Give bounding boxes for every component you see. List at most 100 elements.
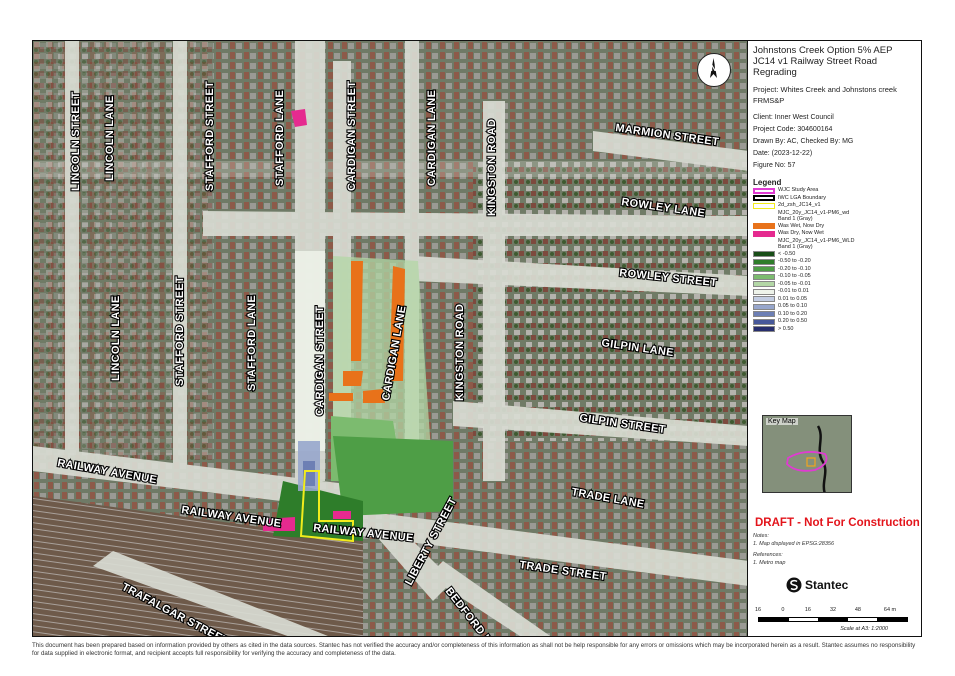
legend-swatch bbox=[753, 230, 775, 237]
street-label: CARDIGAN LANE bbox=[426, 90, 438, 186]
map-frame[interactable]: LINCOLN STREET LINCOLN LANE STAFFORD STR… bbox=[32, 40, 748, 637]
map-title: Johnstons Creek Option 5% AEP JC14 v1 Ra… bbox=[753, 45, 916, 78]
figure-no-text: Figure No: 57 bbox=[753, 162, 796, 169]
legend-label: 0.20 to 0.50 bbox=[778, 318, 808, 324]
legend-label: Was Wet, Now Dry bbox=[778, 222, 825, 229]
street-label: LINCOLN LANE bbox=[104, 96, 116, 181]
legend-title: Legend bbox=[753, 178, 782, 187]
street-label: CARDIGAN STREET bbox=[346, 81, 358, 191]
client-text: Client: Inner West Council bbox=[753, 114, 834, 121]
legend-item: 0.20 to 0.50 bbox=[753, 318, 916, 326]
key-map-label: Key Map bbox=[766, 418, 798, 425]
legend-label: -0.01 to 0.01 bbox=[778, 288, 809, 294]
legend-swatch bbox=[753, 195, 775, 202]
legend-label: Was Dry, Now Wet bbox=[778, 230, 824, 236]
legend-swatch bbox=[753, 311, 775, 318]
legend-item: Was Dry, Now Wet bbox=[753, 230, 916, 238]
title-line: Regrading bbox=[753, 67, 797, 78]
legend-item: IWC LGA Boundary bbox=[753, 195, 916, 203]
brand-name: Stantec bbox=[805, 578, 849, 592]
legend-label: 2d_zsh_JC14_v1 bbox=[778, 202, 821, 208]
legend-wld-list: < -0.50 -0.50 to -0.20 -0.20 to -0.10 -0.10… bbox=[753, 251, 916, 334]
scale-tick: 0 bbox=[781, 607, 785, 613]
legend: WJC Study Area IWC LGA Boundary 2d_zsh_J… bbox=[753, 187, 916, 333]
references-item: 1. Metro map bbox=[753, 559, 786, 566]
legend-label: -0.10 to -0.05 bbox=[778, 273, 811, 279]
date-text: Date: (2023-12-22) bbox=[753, 150, 813, 157]
legend-swatch bbox=[753, 202, 775, 209]
draft-notice: DRAFT - Not For Construction bbox=[755, 517, 920, 529]
street-label: STAFFORD LANE bbox=[246, 295, 258, 391]
legend-swatch bbox=[753, 318, 775, 325]
title-line: JC14 v1 Railway Street Road bbox=[753, 56, 878, 67]
notes-title: Notes: bbox=[753, 533, 769, 539]
stantec-logo-icon bbox=[786, 577, 802, 593]
street-label: LINCOLN STREET bbox=[70, 91, 82, 191]
notes-item: 1. Map displayed in EPSG:28356 bbox=[753, 540, 835, 547]
legend-label: 0.01 to 0.05 bbox=[778, 295, 808, 302]
legend-label: -0.05 to -0.01 bbox=[778, 280, 811, 287]
legend-item: 0.01 to 0.05 bbox=[753, 296, 916, 304]
scale-tick: 48 bbox=[854, 607, 861, 613]
stantec-logo: Stantec bbox=[786, 577, 848, 593]
references-title: References: bbox=[753, 552, 783, 558]
meta-block: Client: Inner West Council Project Code:… bbox=[753, 112, 916, 172]
legend-swatch bbox=[753, 258, 775, 265]
aerial-blocks-east bbox=[473, 161, 747, 441]
street-label: STAFFORD STREET bbox=[174, 276, 186, 386]
street-label: KINGSTON ROAD bbox=[486, 119, 498, 216]
street-label: STAFFORD STREET bbox=[204, 81, 216, 191]
legend-label: WJC Study Area bbox=[778, 187, 819, 193]
legend-label: -0.50 to -0.20 bbox=[778, 258, 811, 264]
legend-label: IWC LGA Boundary bbox=[778, 194, 826, 201]
title-line: Johnstons Creek Option 5% AEP bbox=[753, 45, 893, 56]
legend-label: 0.05 to 0.10 bbox=[778, 303, 808, 309]
north-label: N bbox=[711, 64, 717, 73]
legend-item: -0.01 to 0.01 bbox=[753, 288, 916, 296]
drawn-by-text: Drawn By: AC, Checked By: MG bbox=[753, 138, 854, 145]
legend-item: 0.05 to 0.10 bbox=[753, 303, 916, 311]
street-label: CARDIGAN STREET bbox=[314, 306, 326, 416]
scale-bar-graphic bbox=[758, 617, 908, 622]
street-label: KINGSTON ROAD bbox=[454, 304, 466, 401]
legend-item: WJC Study Area bbox=[753, 187, 916, 195]
notes-block: Notes: 1. Map displayed in EPSG:28356 Re… bbox=[753, 533, 834, 567]
legend-item: -0.05 to -0.01 bbox=[753, 281, 916, 289]
legend-swatch bbox=[753, 187, 775, 194]
legend-item: -0.10 to -0.05 bbox=[753, 273, 916, 281]
north-arrow-icon: N bbox=[697, 53, 731, 87]
scale-tick: 16 bbox=[804, 607, 811, 613]
legend-item: Was Wet, Now Dry bbox=[753, 223, 916, 231]
legend-swatch bbox=[753, 251, 775, 258]
street-label: STAFFORD LANE bbox=[274, 90, 286, 186]
legend-swatch bbox=[753, 326, 775, 333]
scale-bar: 16 0 16 32 48 64 m Scale at A3: 1:2000 bbox=[755, 607, 908, 632]
scale-tick: 64 m bbox=[883, 607, 897, 613]
street-label: LINCOLN LANE bbox=[110, 296, 122, 381]
project-label: Project: bbox=[753, 85, 779, 94]
scale-ticks: 16 0 16 32 48 64 m bbox=[755, 607, 908, 615]
legend-swatch bbox=[753, 266, 775, 273]
legend-item: > 0.50 bbox=[753, 326, 916, 334]
legend-swatch bbox=[753, 296, 775, 303]
legend-label: 0.10 to 0.20 bbox=[778, 310, 808, 317]
legend-item: 0.10 to 0.20 bbox=[753, 311, 916, 319]
legend-item: < -0.50 bbox=[753, 251, 916, 259]
key-map[interactable]: Key Map bbox=[762, 415, 852, 493]
legend-swatch bbox=[753, 303, 775, 310]
disclaimer-text: This document has been prepared based on… bbox=[32, 642, 916, 657]
legend-item: 2d_zsh_JC14_v1 bbox=[753, 202, 916, 210]
project-info: Project: Whites Creek and Johnstons cree… bbox=[753, 84, 916, 106]
legend-item: -0.20 to -0.10 bbox=[753, 266, 916, 274]
aerial-map[interactable]: LINCOLN STREET LINCOLN LANE STAFFORD STR… bbox=[33, 41, 748, 637]
legend-label: > 0.50 bbox=[778, 325, 794, 332]
legend-item: -0.50 to -0.20 bbox=[753, 258, 916, 266]
legend-swatch bbox=[753, 288, 775, 295]
legend-swatch bbox=[753, 281, 775, 288]
legend-label: -0.20 to -0.10 bbox=[778, 265, 811, 272]
scale-note: Scale at A3: 1:2000 bbox=[840, 626, 888, 632]
project-code-text: Project Code: 304600164 bbox=[753, 126, 833, 133]
scale-tick: 32 bbox=[829, 607, 837, 613]
legend-label: < -0.50 bbox=[778, 250, 796, 257]
legend-swatch bbox=[753, 223, 775, 230]
